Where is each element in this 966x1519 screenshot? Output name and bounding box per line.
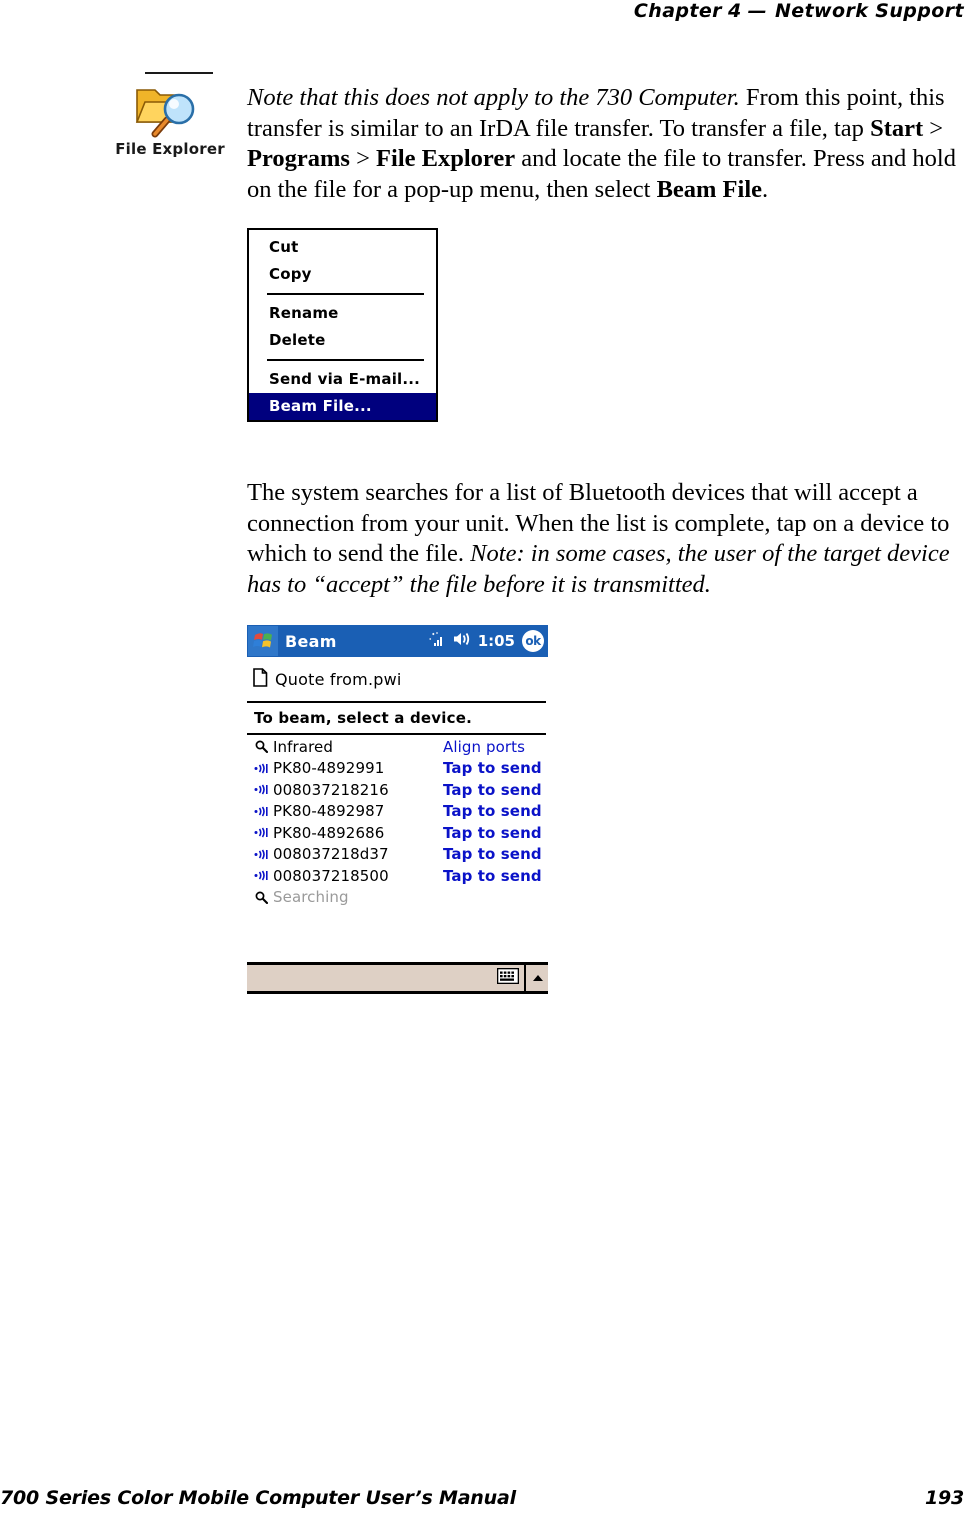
taskbar-divider xyxy=(524,965,526,991)
device-name: Infrared xyxy=(273,737,333,756)
paragraph-1-container: Note that this does not apply to the 730… xyxy=(247,83,965,205)
device-row-searching: Searching xyxy=(247,887,548,909)
margin-note: File Explorer xyxy=(105,72,235,158)
keyboard-icon[interactable] xyxy=(496,967,520,988)
device-name: 008037218500 xyxy=(273,866,389,885)
margin-rule xyxy=(145,72,213,74)
device-action[interactable]: Align ports xyxy=(443,738,525,756)
beam-wave-icon xyxy=(253,762,270,775)
p1-text-3: > xyxy=(349,145,377,172)
pda-screenshot: Beam 1:05 ok Quote from.pwi To beam, sel… xyxy=(247,625,548,994)
page-footer: 700 Series Color Mobile Computer User’s … xyxy=(0,1487,966,1509)
device-row-3[interactable]: PK80-4892987 Tap to send xyxy=(247,801,548,823)
p1-bold-beam-file: Beam File xyxy=(656,175,763,203)
footer-manual-title: 700 Series Color Mobile Computer User’s … xyxy=(0,1487,516,1509)
device-action[interactable]: Tap to send xyxy=(443,824,542,842)
device-row-1[interactable]: PK80-4892991 Tap to send xyxy=(247,758,548,780)
context-menu-separator-2 xyxy=(267,359,424,361)
searching-status-label: Searching xyxy=(273,888,349,907)
paragraph-2: The system searches for a list of Blueto… xyxy=(247,478,966,600)
header-dash: — xyxy=(747,0,767,22)
p1-italic-lead: Note that this does not apply to the 730… xyxy=(247,84,740,111)
windows-flag-icon[interactable] xyxy=(248,626,278,656)
header-chapter-word: Chapter xyxy=(633,0,722,22)
footer-page-number: 193 xyxy=(924,1487,964,1509)
beam-wave-icon xyxy=(253,805,270,818)
selected-file-row: Quote from.pwi xyxy=(247,657,548,701)
context-menu-item-rename[interactable]: Rename xyxy=(249,300,436,327)
pda-taskbar xyxy=(247,962,548,994)
context-menu-item-beam-file[interactable]: Beam File... xyxy=(249,393,436,420)
device-list: Infrared Align ports PK80-4892991 Tap to… xyxy=(247,735,548,908)
paragraph-2-container: The system searches for a list of Blueto… xyxy=(247,478,966,600)
header-chapter-number: 4 xyxy=(727,0,742,22)
p1-bold-start: Start xyxy=(870,114,924,142)
magnifier-icon xyxy=(253,740,270,754)
beam-wave-icon xyxy=(253,826,270,839)
context-menu-item-cut[interactable]: Cut xyxy=(249,234,436,261)
pda-clock: 1:05 xyxy=(477,632,515,650)
beam-wave-icon xyxy=(253,869,270,882)
selected-file-name: Quote from.pwi xyxy=(275,669,402,689)
page-header: Chapter 4— Network Support xyxy=(0,0,966,30)
pda-content-spacer xyxy=(247,908,548,962)
device-row-infrared[interactable]: Infrared Align ports xyxy=(247,736,548,758)
ok-button[interactable]: ok xyxy=(522,630,544,652)
context-menu-item-copy[interactable]: Copy xyxy=(249,261,436,288)
header-title: Network Support xyxy=(774,0,964,22)
context-menu-item-delete[interactable]: Delete xyxy=(249,327,436,354)
device-name: 008037218216 xyxy=(273,780,389,799)
context-menu[interactable]: Cut Copy Rename Delete Send via E-mail..… xyxy=(247,228,438,422)
device-action[interactable]: Tap to send xyxy=(443,759,542,777)
margin-note-label: File Explorer xyxy=(115,140,225,158)
device-name: PK80-4892991 xyxy=(273,759,385,778)
beam-wave-icon xyxy=(253,783,270,796)
device-action[interactable]: Tap to send xyxy=(443,845,542,863)
pda-app-title: Beam xyxy=(285,631,337,651)
device-row-6[interactable]: 008037218500 Tap to send xyxy=(247,865,548,887)
bluetooth-signal-icon[interactable] xyxy=(428,631,445,652)
magnifier-icon xyxy=(253,891,270,904)
device-row-5[interactable]: 008037218d37 Tap to send xyxy=(247,844,548,866)
up-arrow-icon[interactable] xyxy=(531,969,545,988)
device-name: PK80-4892686 xyxy=(273,823,385,842)
p1-text-5: . xyxy=(762,175,769,203)
device-action[interactable]: Tap to send xyxy=(443,867,542,885)
device-action[interactable]: Tap to send xyxy=(443,781,542,799)
beam-wave-icon xyxy=(253,848,270,861)
device-name: 008037218d37 xyxy=(273,845,389,864)
p1-bold-programs: Programs xyxy=(247,145,350,172)
p1-text-2: > xyxy=(923,114,944,142)
document-icon xyxy=(253,667,268,691)
pda-system-tray: 1:05 ok xyxy=(428,625,544,657)
pda-titlebar: Beam 1:05 ok xyxy=(247,625,548,657)
context-menu-item-send-via-email[interactable]: Send via E-mail... xyxy=(249,366,436,393)
device-action[interactable]: Tap to send xyxy=(443,802,542,820)
pda-prompt: To beam, select a device. xyxy=(254,709,472,727)
pda-body: Quote from.pwi To beam, select a device.… xyxy=(247,657,548,962)
device-name: PK80-4892987 xyxy=(273,802,385,821)
device-row-2[interactable]: 008037218216 Tap to send xyxy=(247,779,548,801)
speaker-icon[interactable] xyxy=(452,631,471,651)
p1-bold-file-explorer: File Explorer xyxy=(376,145,516,172)
device-row-4[interactable]: PK80-4892686 Tap to send xyxy=(247,822,548,844)
paragraph-1: Note that this does not apply to the 730… xyxy=(247,83,965,205)
file-explorer-icon xyxy=(133,78,207,138)
context-menu-separator-1 xyxy=(267,293,424,295)
